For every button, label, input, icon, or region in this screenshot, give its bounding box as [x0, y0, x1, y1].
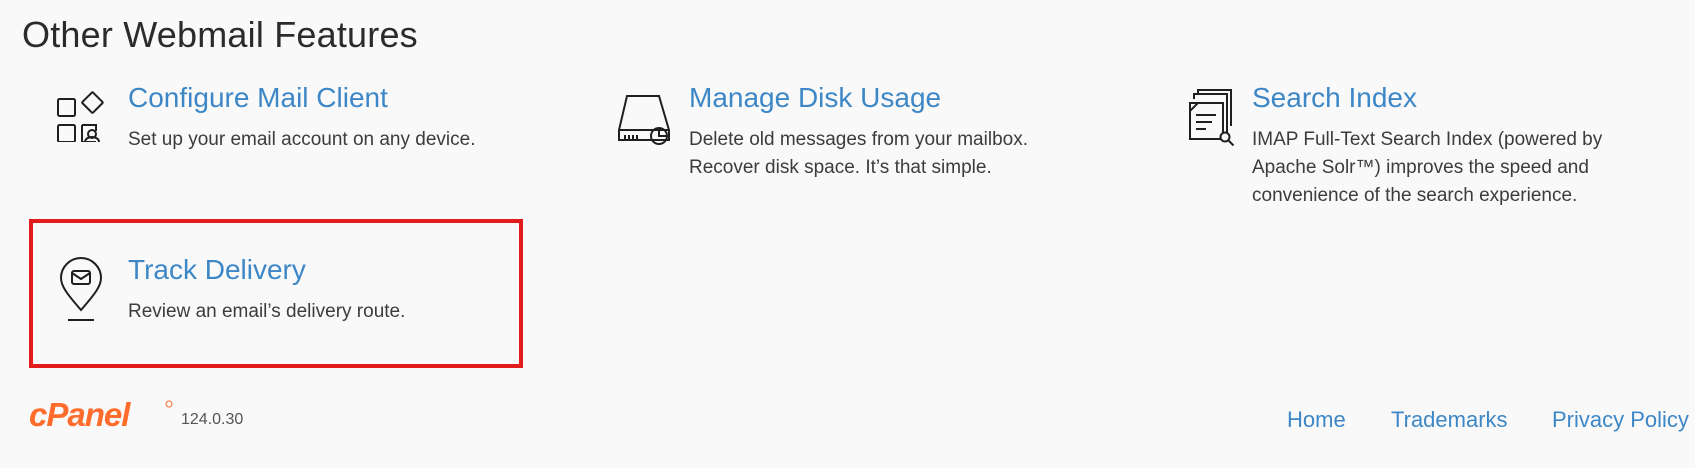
feature-search-index[interactable]: Search Index IMAP Full-Text Search Index… [1180, 82, 1680, 212]
feature-description: IMAP Full-Text Search Index (powered by … [1252, 129, 1603, 206]
apps-configure-icon [56, 82, 116, 150]
feature-description: Review an email’s delivery route. [128, 301, 406, 322]
cpanel-logo[interactable]: cPanel [29, 396, 174, 434]
feature-description: Delete old messages from your mailbox. R… [689, 129, 1028, 178]
feature-title: Search Index [1252, 82, 1417, 113]
logo-text: cPanel [29, 398, 131, 433]
footer-link-privacy-policy[interactable]: Privacy Policy [1552, 407, 1689, 433]
feature-title: Configure Mail Client [128, 82, 388, 113]
feature-title: Track Delivery [128, 254, 306, 285]
footer-link-trademarks[interactable]: Trademarks [1391, 407, 1508, 433]
section-title: Other Webmail Features [22, 14, 418, 55]
feature-description: Set up your email account on any device. [128, 129, 476, 150]
search-index-icon [1180, 82, 1240, 150]
footer-link-home[interactable]: Home [1287, 407, 1346, 433]
location-mail-icon [56, 254, 116, 322]
feature-track-delivery[interactable]: Track Delivery Review an email’s deliver… [56, 254, 496, 334]
webmail-features-page: Other Webmail Features Configure Mail Cl… [0, 0, 1695, 468]
feature-configure-mail-client[interactable]: Configure Mail Client Set up your email … [56, 82, 576, 162]
version-number: 124.0.30 [181, 411, 244, 428]
feature-title: Manage Disk Usage [689, 82, 942, 113]
feature-manage-disk-usage[interactable]: Manage Disk Usage Delete old messages fr… [617, 82, 1137, 182]
disk-usage-icon [617, 82, 677, 150]
